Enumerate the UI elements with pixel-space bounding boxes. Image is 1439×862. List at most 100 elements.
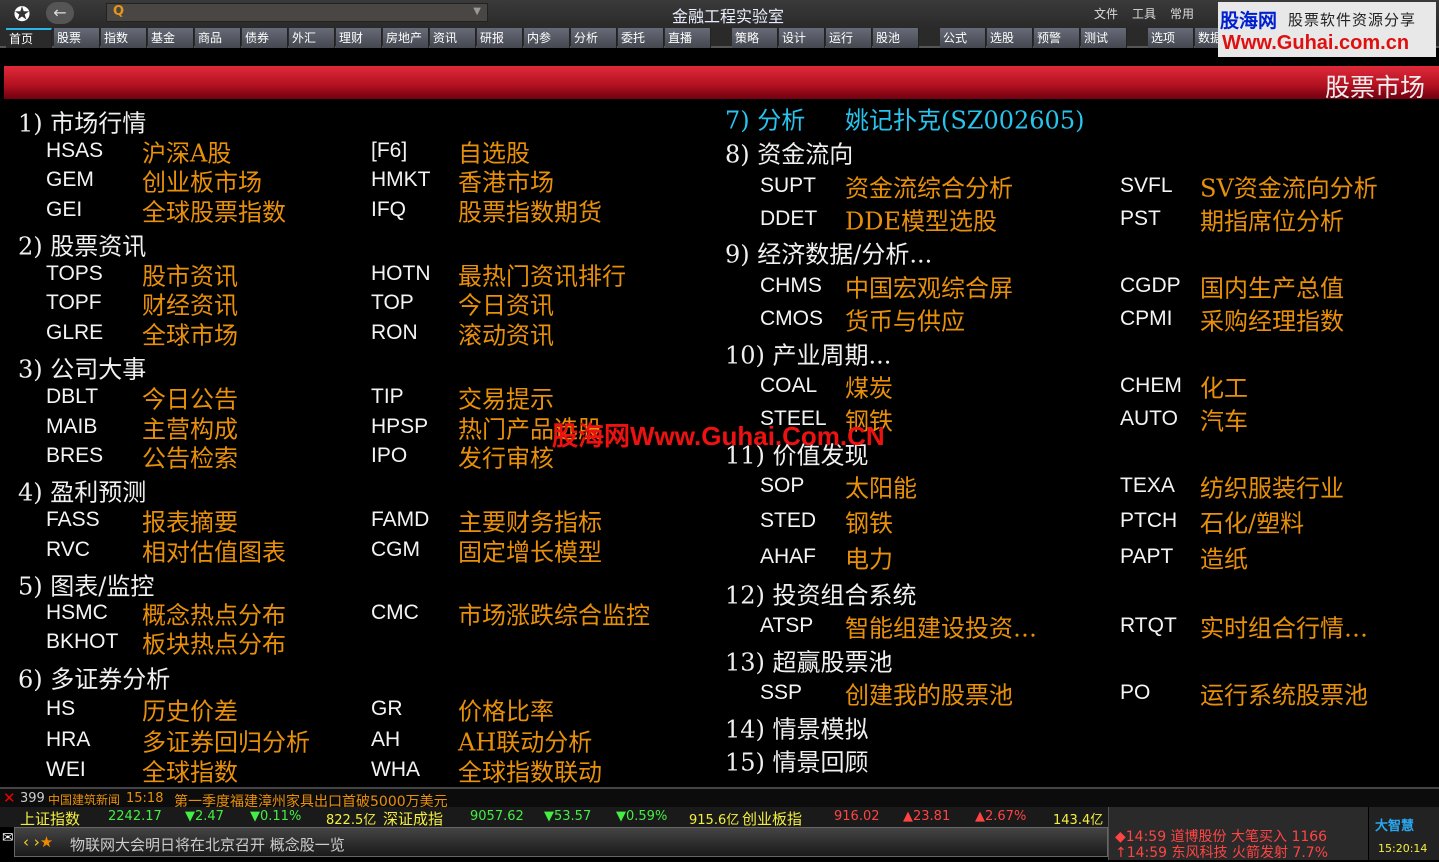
message-text[interactable]: 物联网大会明日将在北京召开 概念股一览	[70, 834, 345, 855]
function-code[interactable]: HSMC	[46, 601, 108, 625]
function-code[interactable]: STED	[760, 509, 816, 533]
function-code[interactable]: SUPT	[760, 174, 816, 198]
function-item[interactable]: 市场涨跌综合监控	[458, 596, 650, 631]
function-item[interactable]: 电力	[845, 540, 893, 575]
function-code[interactable]: HRA	[46, 728, 90, 752]
menu-2[interactable]: 常用	[1170, 5, 1194, 22]
function-code[interactable]: HMKT	[371, 168, 431, 192]
tab-23[interactable]: 选项	[1148, 28, 1194, 48]
function-item[interactable]: 纺织服装行业	[1200, 469, 1344, 504]
function-code[interactable]: AUTO	[1120, 407, 1178, 431]
chevron-down-icon[interactable]: ▼	[473, 6, 481, 17]
function-item[interactable]: 运行系统股票池	[1200, 676, 1368, 711]
function-item[interactable]: 造纸	[1200, 540, 1248, 575]
menu-0[interactable]: 文件	[1094, 5, 1118, 22]
function-item[interactable]: 煤炭	[845, 369, 893, 404]
function-code[interactable]: SVFL	[1120, 174, 1173, 198]
function-code[interactable]: PO	[1120, 681, 1150, 705]
function-code[interactable]: SSP	[760, 681, 802, 705]
function-item[interactable]: 钢铁	[845, 504, 893, 539]
function-code[interactable]: PST	[1120, 207, 1161, 231]
function-code[interactable]: WHA	[371, 758, 420, 782]
ticker-value[interactable]: 深证成指	[383, 808, 443, 829]
tab-8[interactable]: 房地产	[383, 28, 429, 48]
function-item[interactable]: 智能组建设投资…	[845, 609, 1037, 644]
function-item[interactable]: 历史价差	[142, 692, 238, 727]
function-code[interactable]: FASS	[46, 508, 100, 532]
function-item[interactable]: 相对估值图表	[142, 533, 286, 568]
function-code[interactable]: COAL	[760, 374, 817, 398]
function-item[interactable]: 股票指数期货	[458, 193, 602, 228]
tab-20[interactable]: 选股	[987, 28, 1033, 48]
function-code[interactable]: HS	[46, 697, 75, 721]
tab-22[interactable]: 测试	[1081, 28, 1127, 48]
tab-14[interactable]: 直播	[665, 28, 711, 48]
function-code[interactable]: AH	[371, 728, 400, 752]
function-code[interactable]: TOP	[371, 291, 414, 315]
function-code[interactable]: CHMS	[760, 274, 822, 298]
function-item[interactable]: 石化/塑料	[1200, 504, 1304, 539]
function-code[interactable]: CMOS	[760, 307, 823, 331]
tab-13[interactable]: 委托	[618, 28, 664, 48]
tab-10[interactable]: 研报	[477, 28, 523, 48]
function-code[interactable]: CPMI	[1120, 307, 1173, 331]
function-code[interactable]: DDET	[760, 207, 817, 231]
function-item[interactable]: 中国宏观综合屏	[845, 269, 1013, 304]
function-code[interactable]: GLRE	[46, 321, 103, 345]
function-item[interactable]: 价格比率	[458, 692, 554, 727]
ticker-value[interactable]: 创业板指	[742, 808, 802, 829]
function-code[interactable]: GEM	[46, 168, 94, 192]
tab-1[interactable]: 股票	[54, 28, 100, 48]
function-item[interactable]: 资金流综合分析	[845, 169, 1013, 204]
function-code[interactable]: SOP	[760, 474, 804, 498]
function-code[interactable]: FAMD	[371, 508, 429, 532]
mail-icon[interactable]: ✉	[2, 830, 14, 846]
function-item[interactable]: 化工	[1200, 369, 1248, 404]
function-item[interactable]: 全球股票指数	[142, 193, 286, 228]
function-code[interactable]: TIP	[371, 385, 404, 409]
stock-link[interactable]: 姚记扑克(SZ002605)	[845, 101, 1084, 136]
function-code[interactable]: IPO	[371, 444, 407, 468]
app-logo-icon[interactable]: ✪	[6, 2, 38, 26]
prev-next-icon[interactable]: ‹ ›★	[23, 833, 53, 851]
tab-12[interactable]: 分析	[571, 28, 617, 48]
function-code[interactable]: ATSP	[760, 614, 813, 638]
tab-15[interactable]: 策略	[732, 28, 778, 48]
tab-3[interactable]: 基金	[148, 28, 194, 48]
tab-9[interactable]: 资讯	[430, 28, 476, 48]
tab-7[interactable]: 理财	[336, 28, 382, 48]
function-item[interactable]: 太阳能	[845, 469, 917, 504]
tab-4[interactable]: 商品	[195, 28, 241, 48]
function-code[interactable]: TOPF	[46, 291, 102, 315]
function-code[interactable]: GR	[371, 697, 403, 721]
tab-6[interactable]: 外汇	[289, 28, 335, 48]
function-code[interactable]: RVC	[46, 538, 90, 562]
function-code[interactable]: MAIB	[46, 415, 97, 439]
function-item[interactable]: 固定增长模型	[458, 533, 602, 568]
function-code[interactable]: GEI	[46, 198, 82, 222]
search-input[interactable]: Q ▼	[106, 3, 488, 22]
function-code[interactable]: AHAF	[760, 545, 816, 569]
function-code[interactable]: TEXA	[1120, 474, 1175, 498]
tab-16[interactable]: 设计	[779, 28, 825, 48]
function-item[interactable]: 汽车	[1200, 402, 1248, 437]
tab-17[interactable]: 运行	[826, 28, 872, 48]
function-item[interactable]: 采购经理指数	[1200, 302, 1344, 337]
function-item[interactable]: 发行审核	[458, 439, 554, 474]
function-item[interactable]: 公告检索	[142, 439, 238, 474]
function-code[interactable]: [F6]	[371, 139, 407, 163]
tab-19[interactable]: 公式	[940, 28, 986, 48]
tab-0[interactable]: 首页	[6, 28, 52, 48]
back-button[interactable]: ←	[46, 2, 74, 24]
tab-21[interactable]: 预警	[1034, 28, 1080, 48]
close-icon[interactable]: ✕	[3, 789, 16, 807]
function-item[interactable]: 全球指数联动	[458, 753, 602, 788]
function-item[interactable]: 滚动资讯	[458, 316, 554, 351]
function-code[interactable]: CHEM	[1120, 374, 1182, 398]
tab-18[interactable]: 股池	[873, 28, 919, 48]
function-item[interactable]: SV资金流向分析	[1200, 169, 1378, 204]
function-code[interactable]: HPSP	[371, 415, 428, 439]
tab-5[interactable]: 债券	[242, 28, 288, 48]
function-code[interactable]: RTQT	[1120, 614, 1177, 638]
function-code[interactable]: RON	[371, 321, 418, 345]
